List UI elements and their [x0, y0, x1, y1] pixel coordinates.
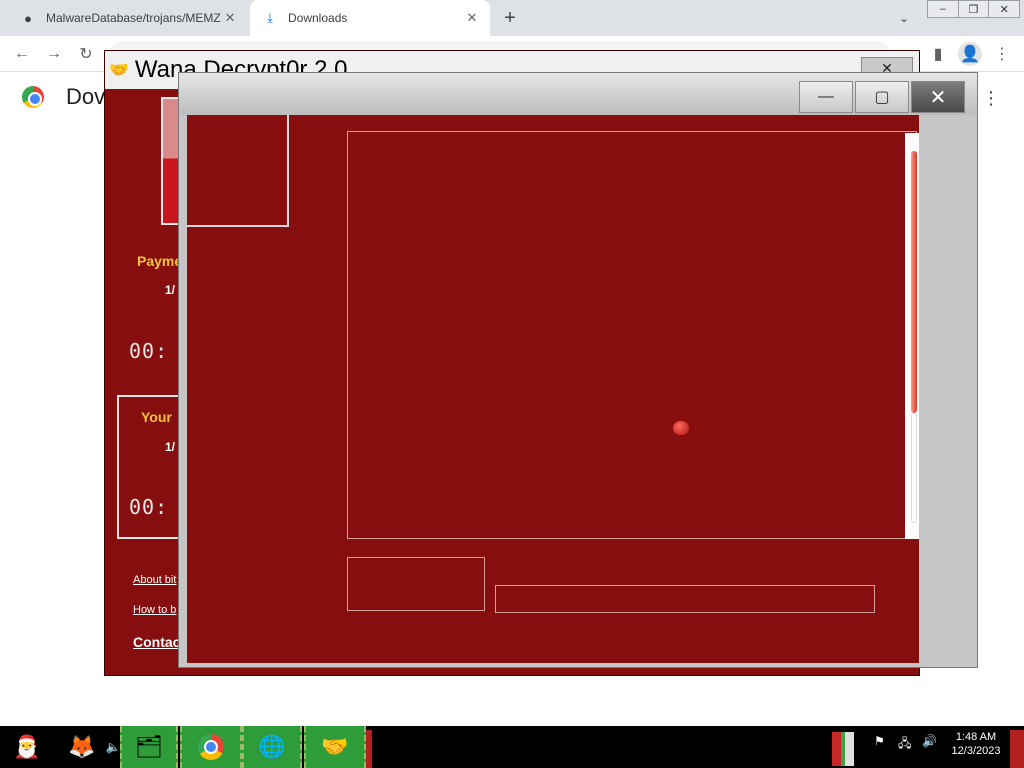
- close-icon[interactable]: ✕: [988, 0, 1021, 18]
- clock-date: 12/3/2023: [951, 745, 1001, 757]
- small-button-box[interactable]: [347, 557, 485, 611]
- file-explorer-icon[interactable]: 🗂: [120, 726, 178, 768]
- maximize-button[interactable]: ▢: [855, 81, 909, 113]
- how-to-buy-link[interactable]: How to b: [133, 604, 176, 616]
- front-window: — ▢ ✕: [178, 72, 978, 668]
- tab-title: MalwareDatabase/trojans/MEMZ: [46, 11, 221, 25]
- network-icon[interactable]: 🖧: [898, 734, 911, 755]
- page-title-text: Dov: [66, 84, 106, 109]
- tab-malware-database[interactable]: ● MalwareDatabase/trojans/MEMZ ✕: [8, 0, 248, 36]
- side-panel-icon[interactable]: ▮: [926, 42, 950, 66]
- tab-search-icon[interactable]: ⌄: [894, 8, 914, 28]
- github-icon: ●: [24, 10, 32, 26]
- tray-app-icon[interactable]: [832, 732, 854, 766]
- mouse-cursor-icon: [673, 421, 689, 435]
- menu-kebab-icon[interactable]: ⋮: [990, 42, 1014, 66]
- start-santa-icon[interactable]: 🎅: [6, 726, 48, 768]
- tab-close-icon[interactable]: ✕: [464, 10, 480, 26]
- handshake-icon: 🤝: [109, 62, 129, 79]
- payment-raise-label: Payme: [137, 253, 183, 269]
- page-title: Dov: [22, 84, 105, 110]
- contact-us-link[interactable]: Contac: [133, 634, 180, 650]
- restore-icon[interactable]: ❐: [957, 0, 990, 18]
- about-bitcoin-link[interactable]: About bit: [133, 574, 176, 586]
- files-lost-label: Your: [141, 409, 172, 425]
- tab-close-icon[interactable]: ✕: [222, 10, 238, 26]
- app-badge-icon[interactable]: 🌐: [242, 726, 302, 768]
- clock-time: 1:48 AM: [955, 731, 997, 743]
- back-icon[interactable]: ←: [10, 42, 34, 66]
- tab-title: Downloads: [288, 11, 348, 25]
- flag-icon[interactable]: ⚑: [874, 734, 885, 748]
- firefox-icon[interactable]: 🦊: [60, 726, 104, 768]
- volume-small-icon[interactable]: 🔈: [106, 726, 121, 768]
- download-icon: ⤓: [267, 10, 273, 25]
- close-button[interactable]: ✕: [911, 81, 965, 113]
- new-tab-button[interactable]: +: [498, 6, 522, 30]
- text-input-box[interactable]: [495, 585, 875, 613]
- scrollbar-thumb[interactable]: [911, 151, 917, 413]
- chrome-logo-icon: [22, 86, 44, 108]
- tab-downloads[interactable]: ⤓ Downloads ✕: [250, 0, 490, 36]
- timer-files-lost: 00:: [129, 495, 169, 519]
- forward-icon[interactable]: →: [42, 42, 66, 66]
- volume-icon[interactable]: 🔊: [922, 734, 937, 748]
- scrollbar-lower-track[interactable]: [911, 413, 917, 523]
- files-lost-date: 1/: [165, 440, 176, 454]
- chrome-taskbar-icon[interactable]: [180, 726, 242, 768]
- wana-taskbar-icon[interactable]: 🤝: [304, 726, 366, 768]
- reload-icon[interactable]: ↻: [74, 42, 98, 66]
- payment-raise-date: 1/: [165, 283, 176, 297]
- system-clock[interactable]: 1:48 AM 12/3/2023: [946, 730, 1006, 758]
- front-body: [187, 115, 919, 663]
- browser-window-controls: – ❐ ✕: [927, 0, 1021, 18]
- content-panel: [347, 131, 917, 539]
- taskbar-separator: [366, 730, 372, 768]
- downloads-menu-icon[interactable]: ⋮: [982, 88, 1000, 109]
- timer-payment: 00:: [129, 339, 169, 363]
- thumbnail-frame: [187, 115, 289, 227]
- minimize-button[interactable]: —: [799, 81, 853, 113]
- profile-avatar-icon[interactable]: 👤: [958, 42, 982, 66]
- minimize-icon[interactable]: –: [927, 0, 959, 18]
- show-desktop-button[interactable]: [1010, 730, 1024, 768]
